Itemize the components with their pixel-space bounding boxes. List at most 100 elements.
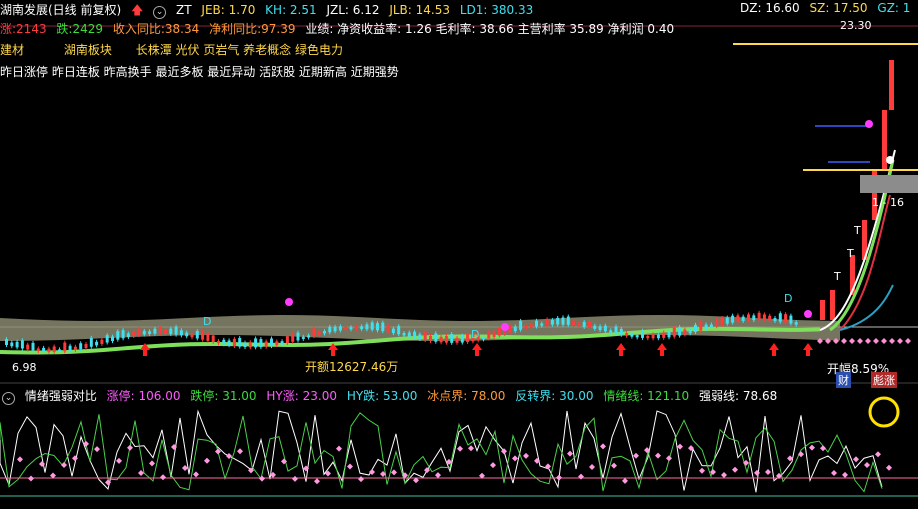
indicator-dot (798, 451, 804, 458)
indicator-dot (490, 462, 496, 469)
limit-down-value: 跌停: 31.00 (190, 389, 257, 403)
indicator-dot (666, 455, 672, 462)
buy-arrow-icon (769, 343, 779, 356)
indicator-dot (589, 464, 595, 471)
indicator-dot (864, 461, 870, 468)
indicator-dot (765, 469, 771, 476)
region-tag[interactable]: 湖南板块 (64, 41, 112, 58)
amount-label: 开额12627.46万 (305, 360, 399, 374)
indicator-dot (831, 469, 837, 476)
indicator-dot (204, 457, 210, 464)
diamond-marker (857, 338, 863, 344)
diamond-marker (841, 338, 847, 344)
d-marker: D (784, 292, 793, 305)
indicator-dot (347, 463, 353, 470)
indicator-dot (699, 467, 705, 474)
gz-value: GZ: 1 (877, 1, 911, 15)
indicator-dot (182, 465, 188, 472)
indicator-dot (633, 452, 639, 459)
indicator-dot (391, 469, 397, 476)
breakout-candle (830, 290, 835, 320)
indicator-dot (94, 446, 100, 453)
signal-dot (804, 310, 812, 318)
indicator-dot (314, 478, 320, 485)
indicator-dot (820, 445, 826, 452)
indicator-line (0, 412, 883, 493)
indicator-dot (435, 472, 441, 479)
fall-count: 跌:2429 (56, 22, 104, 36)
gray-box (860, 175, 918, 193)
indicator-line (0, 409, 883, 493)
business-metrics: 业绩: 净资收益率: 1.26 毛利率: 38.66 主营利率 35.89 净利… (305, 22, 675, 36)
highlight-circle (868, 396, 900, 428)
stats-row: 涨:2143 跌:2429 收入同比:38.34 净利同比:97.39 业绩: … (0, 20, 680, 37)
signal-tags[interactable]: 昨日涨停 昨日连板 昨高换手 最近多板 最近异动 活跃股 近期新高 近期强势 (0, 63, 399, 80)
concept-tags[interactable]: 长株潭 光伏 页岩气 养老概念 绿色电力 (136, 41, 343, 58)
jlb-value: JLB: 14.53 (389, 3, 450, 17)
indicator-dot (226, 452, 232, 459)
dropdown-icon[interactable]: ⌄ (153, 6, 167, 19)
signal-dot (865, 120, 873, 128)
diamond-marker (889, 338, 895, 344)
indicator-dot (842, 471, 848, 478)
buy-arrow-icon (657, 343, 667, 356)
ld1-value: LD1: 380.33 (459, 3, 534, 17)
freeze-line-value: 冰点界: 78.00 (427, 389, 506, 403)
indicator-dot (809, 444, 815, 451)
indicator-name[interactable]: 情绪强弱对比 (25, 387, 97, 404)
indicator-dot (710, 469, 716, 476)
d-marker: D (203, 315, 212, 328)
indicator-dot (17, 456, 23, 463)
signal-dot (501, 323, 509, 331)
kh-value: KH: 2.51 (265, 3, 317, 17)
indicator-dot (732, 466, 738, 473)
header-right: DZ: 16.60 SZ: 17.50 GZ: 1 (740, 1, 916, 15)
indicator-dot (512, 455, 518, 462)
low-price-label: 6.98 (12, 361, 37, 374)
indicator-dot (193, 471, 199, 478)
indicator-dot (138, 470, 144, 477)
dz-value: DZ: 16.60 (740, 1, 800, 15)
indicator-dot (116, 457, 122, 464)
indicator-dot (721, 471, 727, 478)
concept-row: 建材 湖南板块 长株潭 光伏 页岩气 养老概念 绿色电力 (0, 41, 349, 58)
hy-up-value: HY涨: 23.00 (266, 389, 337, 403)
indicator-dot (523, 452, 529, 459)
range-right-label: 1 - 16 (872, 196, 904, 209)
indicator-dot (336, 445, 342, 452)
indicator-dot (611, 462, 617, 469)
indicator-dot (83, 440, 89, 447)
strength-line-value: 强弱线: 78.68 (699, 389, 778, 403)
indicator-dot (578, 473, 584, 480)
limit-up-value: 涨停: 106.00 (106, 389, 181, 403)
breakout-candle (889, 60, 894, 110)
indicator-dot (875, 451, 881, 458)
d-marker: D (471, 328, 480, 341)
indicator-dot (237, 448, 243, 455)
surge-badge[interactable]: 彪涨 (871, 372, 897, 388)
signal-dot (886, 156, 894, 164)
industry-tag[interactable]: 建材 (0, 41, 24, 58)
diamond-marker (865, 338, 871, 344)
signal-row: 昨日涨停 昨日连板 昨高换手 最近多板 最近异动 活跃股 近期新高 近期强势 (0, 63, 405, 80)
diamond-marker (881, 338, 887, 344)
indicator-dot (567, 450, 573, 457)
settings-icon[interactable]: ⌄ (2, 392, 15, 405)
indicator-dot (149, 460, 155, 467)
arrow-up-icon: 🡅 (131, 3, 144, 17)
indicator-dot (358, 476, 364, 483)
indicator-dot (600, 443, 606, 450)
finance-badge[interactable]: 财 (836, 372, 851, 388)
stock-title[interactable]: 湖南发展(日线 前复权) (0, 1, 121, 18)
reversal-line-value: 反转界: 30.00 (515, 389, 594, 403)
t-marker: T (834, 270, 841, 283)
indicator-dot (468, 445, 474, 452)
buy-arrow-icon (803, 343, 813, 356)
header-bar: 湖南发展(日线 前复权) 🡅 ⌄ ZT JEB: 1.70 KH: 2.51 J… (0, 1, 539, 22)
diamond-marker (905, 338, 911, 344)
indicator-dot (292, 475, 298, 482)
profit-yoy: 净利同比:97.39 (209, 22, 296, 36)
hy-down-value: HY跌: 53.00 (346, 389, 418, 403)
jzl-value: JZL: 6.12 (326, 3, 380, 17)
price-top-label: 23.30 (840, 19, 872, 32)
